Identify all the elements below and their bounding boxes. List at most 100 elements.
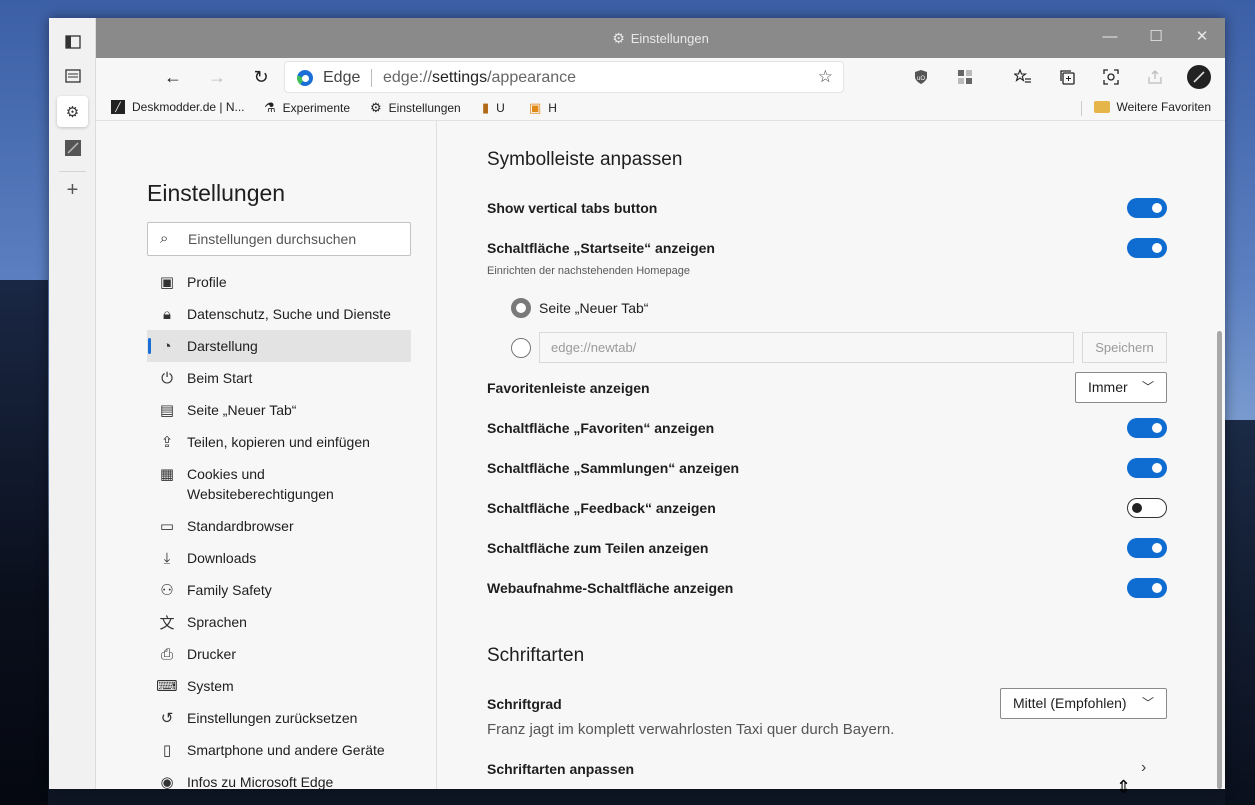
reset-icon: ↺	[160, 710, 174, 727]
extension-icon: ▣	[529, 100, 542, 115]
nav-on-startup[interactable]: ⏻ Beim Start	[147, 362, 411, 394]
feedback-button-toggle[interactable]	[1127, 498, 1167, 518]
nav-appearance[interactable]: ◔ Darstellung	[147, 330, 411, 362]
forward-button[interactable]: →	[202, 62, 232, 92]
nav-cookies[interactable]: ▦ Cookies und Websiteberechtigungen	[147, 464, 411, 504]
scrollbar-thumb[interactable]	[1217, 331, 1222, 789]
favorite-deskmodder[interactable]: ╱ Deskmodder.de | N...	[111, 100, 245, 114]
maximize-button[interactable]: ☐	[1133, 24, 1179, 50]
webcapture-button-toggle[interactable]	[1127, 578, 1167, 598]
favorites-divider	[1081, 101, 1082, 116]
extension-icon: ▮	[482, 100, 490, 115]
nav-new-tab-page[interactable]: ▤ Seite „Neuer Tab“	[147, 394, 411, 426]
favorites-list-icon[interactable]	[1008, 62, 1038, 92]
customize-fonts-label[interactable]: Schriftarten anpassen	[487, 761, 634, 777]
font-sample-text: Franz jagt im komplett verwahrlosten Tax…	[487, 721, 895, 738]
edge-window: ⚙ + ⚙ Einstellungen — ☐ ✕ ← → ↻ Edge edge…	[49, 18, 1225, 789]
window-title: ⚙ Einstellungen	[612, 30, 709, 46]
section-fonts: Schriftarten	[487, 645, 585, 666]
settings-title: Einstellungen	[147, 180, 286, 206]
radio-new-tab[interactable]	[511, 298, 531, 318]
minimize-button[interactable]: —	[1087, 24, 1133, 50]
close-button[interactable]: ✕	[1179, 24, 1225, 50]
vertical-tabs-toggle[interactable]	[1127, 198, 1167, 218]
nav-privacy[interactable]: 🔒︎ Datenschutz, Suche und Dienste	[147, 298, 411, 330]
language-icon: 文	[159, 614, 175, 632]
homepage-url-input[interactable]	[539, 332, 1074, 363]
add-favorite-star-icon[interactable]: ☆	[818, 67, 833, 87]
address-bar[interactable]: Edge edge://settings/appearance ☆	[284, 61, 844, 93]
feedback-button-label: Schaltfläche „Feedback“ anzeigen	[487, 500, 716, 516]
browser-toolbar: ← → ↻ Edge edge://settings/appearance ☆ …	[96, 58, 1225, 96]
radio-custom-url[interactable]	[511, 338, 531, 358]
home-button-label: Schaltfläche „Startseite“ anzeigen	[487, 240, 715, 256]
save-homepage-button[interactable]: Speichern	[1082, 332, 1167, 363]
nav-downloads[interactable]: ⤓ Downloads	[147, 542, 411, 574]
font-size-dropdown[interactable]: Mittel (Empfohlen) ﹀	[1000, 688, 1167, 719]
vertical-tab-strip: ⚙ +	[49, 18, 96, 789]
deskmodder-tab-icon[interactable]	[57, 132, 88, 163]
laptop-icon: ⌨	[156, 678, 178, 695]
other-favorites-folder[interactable]: Weitere Favoriten	[1093, 100, 1211, 114]
share-button-label: Schaltfläche zum Teilen anzeigen	[487, 540, 709, 556]
favorite-einstellungen[interactable]: ⚙ Einstellungen	[370, 100, 461, 116]
font-size-label: Schriftgrad	[487, 696, 562, 712]
nav-system[interactable]: ⌨ System	[147, 670, 411, 702]
family-icon: ⚇	[160, 582, 174, 599]
webcapture-button-label: Webaufnahme-Schaltfläche anzeigen	[487, 580, 734, 596]
collections-button-toggle[interactable]	[1127, 458, 1167, 478]
download-icon: ⤓	[163, 549, 171, 567]
ublock-extension-icon[interactable]: uO	[906, 62, 936, 92]
profile-icon: ▣	[159, 274, 175, 291]
address-divider	[371, 69, 372, 87]
web-capture-icon[interactable]	[1096, 62, 1126, 92]
settings-search-input[interactable]	[188, 229, 403, 249]
settings-search[interactable]: ⌕	[147, 222, 411, 256]
nav-printers[interactable]: ⎙ Drucker	[147, 638, 411, 670]
extension-grid-icon[interactable]	[950, 62, 980, 92]
printer-icon: ⎙	[160, 645, 173, 663]
favorites-bar: ╱ Deskmodder.de | N... ⚗ Experimente ⚙ Eins…	[96, 96, 1225, 121]
home-button-sub: Einrichten der nachstehenden Homepage	[487, 265, 691, 277]
nav-share-copy-paste[interactable]: ⇪ Teilen, kopieren und einfügen	[147, 426, 411, 458]
share-icon[interactable]	[1140, 62, 1170, 92]
desktop-background	[0, 280, 48, 805]
svg-text:uO: uO	[917, 76, 925, 82]
gear-icon: ⚙	[370, 100, 382, 115]
collections-button-label: Schaltfläche „Sammlungen“ anzeigen	[487, 460, 740, 476]
profile-avatar[interactable]	[1184, 62, 1214, 92]
settings-main: Symbolleiste anpassen Show vertical tabs…	[438, 121, 1183, 789]
favorite-h[interactable]: ▣ H	[529, 100, 557, 116]
refresh-button[interactable]: ↻	[246, 62, 276, 92]
favorites-button-label: Schaltfläche „Favoriten“ anzeigen	[487, 420, 715, 436]
newtab-page-icon: ▤	[159, 402, 175, 419]
phone-icon: ▯	[162, 742, 172, 759]
nav-languages[interactable]: 文 Sprachen	[147, 606, 411, 638]
collections-icon[interactable]	[1052, 62, 1082, 92]
resize-cursor-icon: ⇕	[1116, 777, 1132, 797]
home-button-toggle[interactable]	[1127, 238, 1167, 258]
new-tab-plus-icon[interactable]: +	[57, 175, 88, 206]
nav-profile[interactable]: ▣ Profile	[147, 266, 411, 298]
nav-about-edge[interactable]: ◉ Infos zu Microsoft Edge	[147, 766, 411, 789]
section-customize-toolbar: Symbolleiste anpassen	[487, 149, 683, 170]
favorite-u[interactable]: ▮ U	[482, 100, 505, 116]
favorites-button-toggle[interactable]	[1127, 418, 1167, 438]
favorite-experimente[interactable]: ⚗ Experimente	[264, 100, 350, 116]
nav-phone-devices[interactable]: ▯ Smartphone und andere Geräte	[147, 734, 411, 766]
share-button-toggle[interactable]	[1127, 538, 1167, 558]
folder-icon	[1093, 101, 1110, 113]
lock-icon: 🔒︎	[163, 305, 171, 323]
address-url[interactable]: edge://settings/appearance	[383, 69, 576, 87]
address-site-label: Edge	[323, 69, 361, 86]
nav-reset-settings[interactable]: ↺ Einstellungen zurücksetzen	[147, 702, 411, 734]
back-button[interactable]: ←	[158, 62, 188, 92]
chevron-right-icon[interactable]: ›	[1141, 759, 1146, 777]
tab-page-icon[interactable]	[57, 60, 88, 91]
nav-family-safety[interactable]: ⚇ Family Safety	[147, 574, 411, 606]
tab-actions-icon[interactable]	[57, 26, 88, 57]
edge-icon: ◉	[160, 774, 174, 789]
settings-gear-icon[interactable]: ⚙	[57, 96, 88, 127]
nav-default-browser[interactable]: ▭ Standardbrowser	[147, 510, 411, 542]
favorites-bar-dropdown[interactable]: Immer ﹀	[1075, 372, 1167, 403]
